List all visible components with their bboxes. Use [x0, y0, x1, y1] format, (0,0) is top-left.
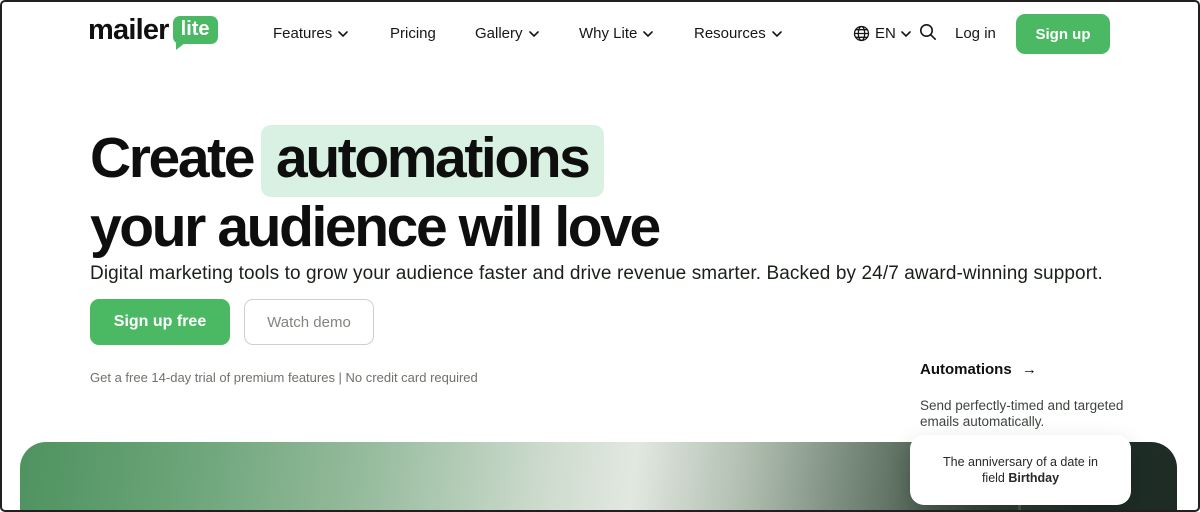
nav-item-features[interactable]: Features [273, 25, 348, 42]
nav-label: Why Lite [579, 25, 637, 42]
nav-label: Features [273, 25, 332, 42]
arrow-right-icon: → [1022, 361, 1037, 378]
nav-item-gallery[interactable]: Gallery [475, 25, 539, 42]
hero-title: Createautomations your audience will lov… [90, 124, 850, 262]
mailerlite-logo[interactable]: mailer lite [88, 15, 218, 45]
logo-lite-badge: lite [173, 16, 218, 44]
trial-fine-print: Get a free 14-day trial of premium featu… [90, 370, 478, 385]
chevron-down-icon [643, 31, 653, 37]
hero-title-highlight: automations [261, 125, 603, 197]
signup-button[interactable]: Sign up [1016, 14, 1110, 54]
hero-subtitle: Digital marketing tools to grow your aud… [90, 263, 1103, 285]
nav-item-pricing[interactable]: Pricing [390, 25, 436, 42]
automation-card-field-value: Birthday [1008, 471, 1059, 485]
signup-free-button[interactable]: Sign up free [90, 299, 230, 345]
nav-label: Pricing [390, 25, 436, 42]
nav-label: Resources [694, 25, 766, 42]
login-link[interactable]: Log in [955, 25, 996, 42]
chevron-down-icon [901, 31, 911, 37]
chevron-down-icon [338, 31, 348, 37]
nav-item-why-lite[interactable]: Why Lite [579, 25, 653, 42]
watch-demo-button[interactable]: Watch demo [244, 299, 374, 345]
chevron-down-icon [529, 31, 539, 37]
mailerlite-homepage: mailer lite Features Pricing Gallery Why… [0, 0, 1200, 512]
automations-description: Send perfectly-timed and targeted emails… [920, 398, 1126, 431]
automations-link-label: Automations [920, 361, 1012, 378]
chevron-down-icon [772, 31, 782, 37]
automation-card-line2: field Birthday [982, 470, 1059, 486]
nav-label: Gallery [475, 25, 523, 42]
automation-card-field-label: field [982, 471, 1008, 485]
search-icon[interactable] [919, 23, 937, 46]
logo-text-mailer: mailer [88, 15, 169, 45]
automation-card-line1: The anniversary of a date in [943, 454, 1098, 470]
hero-title-line2: your audience will love [90, 195, 659, 259]
globe-icon [853, 25, 870, 42]
nav-item-resources[interactable]: Resources [694, 25, 782, 42]
hero-title-word: Create [90, 126, 253, 190]
automation-trigger-card: The anniversary of a date in field Birth… [910, 435, 1131, 505]
language-code: EN [875, 25, 896, 42]
automations-link[interactable]: Automations → [920, 361, 1037, 378]
language-selector[interactable]: EN [853, 25, 911, 42]
